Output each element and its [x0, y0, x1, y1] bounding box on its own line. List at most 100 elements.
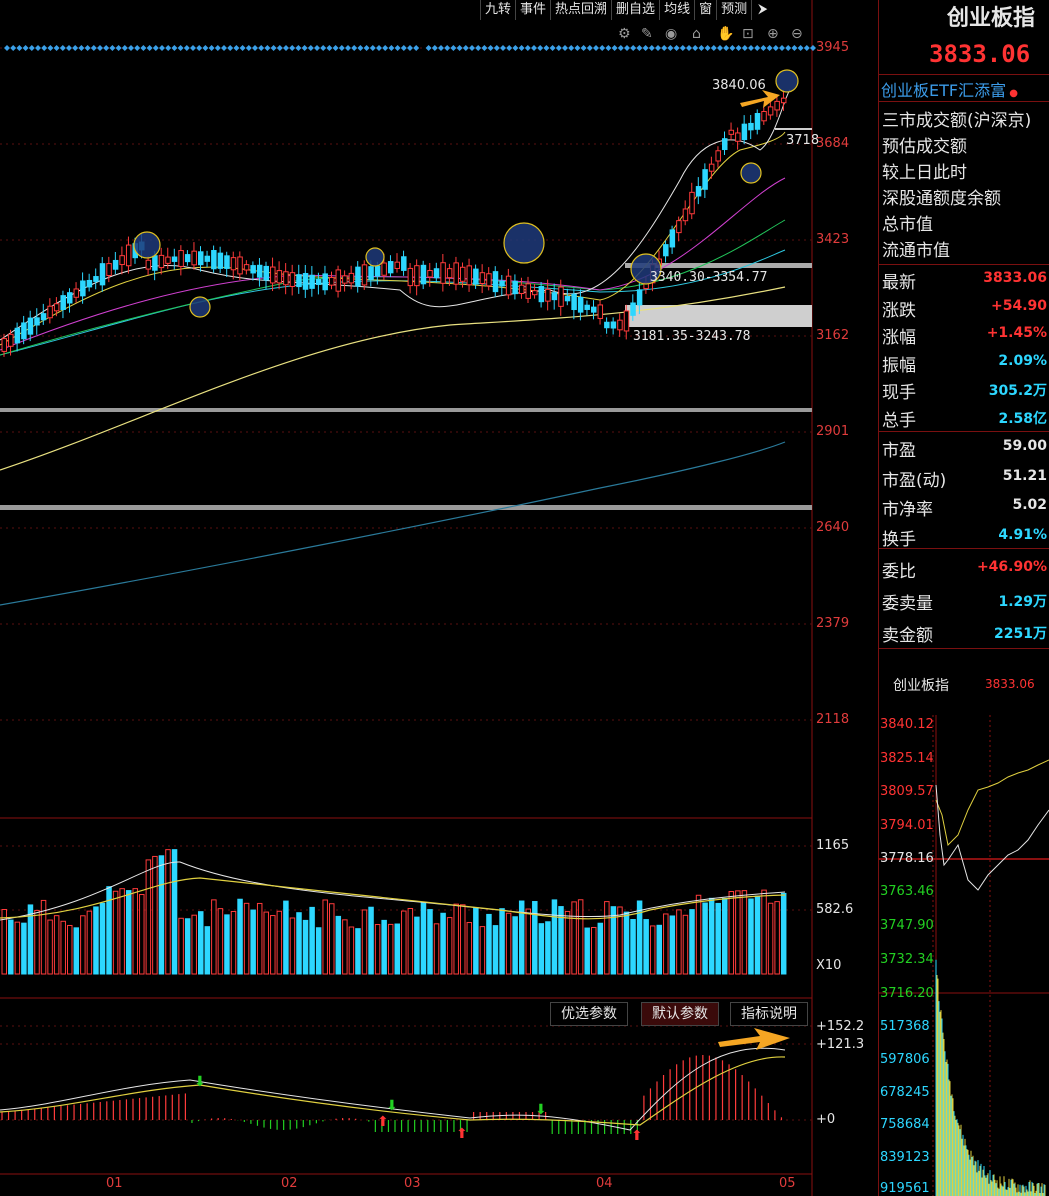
- sell-signal-icon: ⬇: [194, 1074, 206, 1090]
- quote-row: 市净率 5.02: [882, 492, 1047, 520]
- mini-price-axis: 3840.12: [880, 717, 934, 732]
- quote-row-label: 涨幅: [882, 328, 916, 348]
- mini-volume-axis: 678245: [880, 1085, 930, 1100]
- support-band: [625, 305, 812, 327]
- band2-label: 3181.35-3243.78: [633, 329, 750, 344]
- quote-row-label: 市盈(动): [882, 470, 947, 491]
- date-label: 04: [596, 1176, 613, 1191]
- quote-row-value: +54.90: [990, 297, 1047, 314]
- quote-row-label: 流通市值: [882, 241, 950, 261]
- mini-price-axis: 3747.90: [880, 918, 934, 933]
- quote-row-label: 振幅: [882, 355, 916, 376]
- quote-row-value: 2251万: [994, 626, 1047, 642]
- price-axis-label: 3423: [816, 232, 850, 247]
- quote-row-value: +1.45%: [986, 325, 1047, 341]
- default-params-button[interactable]: 默认参数: [641, 1002, 719, 1026]
- quote-row: 预估成交额: [882, 129, 1047, 157]
- quote-row-value: 5.02: [1012, 497, 1047, 513]
- quote-row: 较上日此时: [882, 155, 1047, 183]
- quote-row-label: 深股通额度余额: [882, 189, 1001, 209]
- quote-row: 总市值: [882, 207, 1047, 235]
- etf-link[interactable]: 创业板ETF汇添富 ●: [881, 77, 1018, 101]
- high-label: 3840.06: [712, 78, 766, 93]
- mini-price-axis: 3778.16: [880, 851, 934, 866]
- arrow-annotation: [718, 1028, 790, 1050]
- quote-row-label: 最新: [882, 273, 916, 293]
- mini-price-axis: 3825.14: [880, 751, 934, 766]
- quote-row-label: 现手: [882, 383, 916, 403]
- date-label: 01: [106, 1176, 123, 1191]
- index-price: 3833.06: [929, 40, 1031, 68]
- date-label: 03: [404, 1176, 421, 1191]
- quote-row-value: 305.2万: [988, 383, 1047, 399]
- quote-row: 涨幅 +1.45%: [882, 320, 1047, 348]
- quote-row-value: 2.58亿: [998, 410, 1047, 427]
- quote-row: 最新 3833.06: [882, 265, 1047, 293]
- index-title: 创业板指: [947, 6, 1036, 31]
- quote-row: 三市成交额(沪深京): [882, 103, 1047, 131]
- quote-row: 涨跌 +54.90: [882, 293, 1047, 321]
- band1-label: 3340.30-3354.77: [650, 270, 767, 285]
- quote-row-label: 预估成交额: [882, 137, 967, 157]
- quote-row: 委比 +46.90%: [882, 554, 1047, 582]
- price-axis-label: 2640: [816, 520, 850, 535]
- mini-price-axis: 3809.57: [880, 784, 934, 799]
- date-label: 05: [779, 1176, 796, 1191]
- quote-row-value: 51.21: [1002, 467, 1047, 484]
- indicator-axis-label: +0: [816, 1112, 836, 1127]
- quote-row: 换手 4.91%: [882, 522, 1047, 550]
- support-line: [0, 408, 812, 412]
- indicator-explain-button[interactable]: 指标说明: [730, 1002, 808, 1026]
- mini-volume-axis: 919561: [880, 1181, 930, 1196]
- quote-row-label: 换手: [882, 529, 916, 550]
- quote-row: 总手 2.58亿: [882, 403, 1047, 431]
- quote-row-value: 1.29万: [998, 594, 1047, 610]
- price-axis-label: 2118: [816, 712, 850, 727]
- quote-row-label: 卖金额: [882, 626, 933, 646]
- quote-row: 现手 305.2万: [882, 375, 1047, 403]
- quote-row-label: 委比: [882, 562, 916, 582]
- volume-axis-label: 582.6: [816, 902, 854, 917]
- volume-multiplier-label: X10: [816, 958, 842, 973]
- price-axis-label: 2901: [816, 424, 850, 439]
- indicator-axis-label: +152.2: [816, 1019, 865, 1034]
- quote-row-label: 较上日此时: [882, 163, 967, 183]
- quote-row: 振幅 2.09%: [882, 348, 1047, 376]
- mini-volume-axis: 517368: [880, 1019, 930, 1034]
- mini-price-axis: 3732.34: [880, 952, 934, 967]
- quote-row: 流通市值: [882, 233, 1047, 261]
- price-axis-label: 3945: [816, 40, 850, 55]
- quote-row: 市盈(动) 51.21: [882, 463, 1047, 491]
- quote-row-value: +46.90%: [976, 559, 1047, 575]
- quote-row-label: 市净率: [882, 500, 933, 520]
- mini-price-axis: 3794.01: [880, 818, 934, 833]
- buy-signal-icon: ⬆: [377, 1114, 389, 1130]
- mini-chart-price: 3833.06: [985, 677, 1035, 691]
- quote-row: 深股通额度余额: [882, 181, 1047, 209]
- sell-signal-icon: ⬇: [386, 1098, 398, 1114]
- quote-row: 市盈 59.00: [882, 433, 1047, 461]
- quote-row-value: 4.91%: [998, 526, 1047, 543]
- quote-row-value: 3833.06: [983, 270, 1047, 286]
- quote-row-label: 委卖量: [882, 594, 933, 614]
- price-axis-label: 3684: [816, 136, 850, 151]
- volume-axis-label: 1165: [816, 838, 850, 853]
- mini-volume-axis: 839123: [880, 1150, 930, 1165]
- quote-row-label: 市盈: [882, 441, 916, 461]
- quote-row: 委卖量 1.29万: [882, 586, 1047, 614]
- quote-row-label: 总市值: [882, 215, 933, 235]
- quote-row-value: 2.09%: [998, 352, 1047, 369]
- quote-row-label: 涨跌: [882, 300, 916, 321]
- optimized-params-button[interactable]: 优选参数: [550, 1002, 628, 1026]
- buy-signal-icon: ⬆: [456, 1126, 468, 1142]
- mini-price-axis: 3763.46: [880, 884, 934, 899]
- price-axis-label: 2379: [816, 616, 850, 631]
- mini-price-axis: 3716.20: [880, 986, 934, 1001]
- mini-volume-axis: 758684: [880, 1117, 930, 1132]
- quote-row-value: 59.00: [1002, 438, 1047, 454]
- sell-signal-icon: ⬇: [535, 1102, 547, 1118]
- quote-row-label: 三市成交额(沪深京): [882, 111, 1032, 131]
- date-label: 02: [281, 1176, 298, 1191]
- buy-signal-icon: ⬆: [631, 1128, 643, 1144]
- mini-volume-axis: 597806: [880, 1052, 930, 1067]
